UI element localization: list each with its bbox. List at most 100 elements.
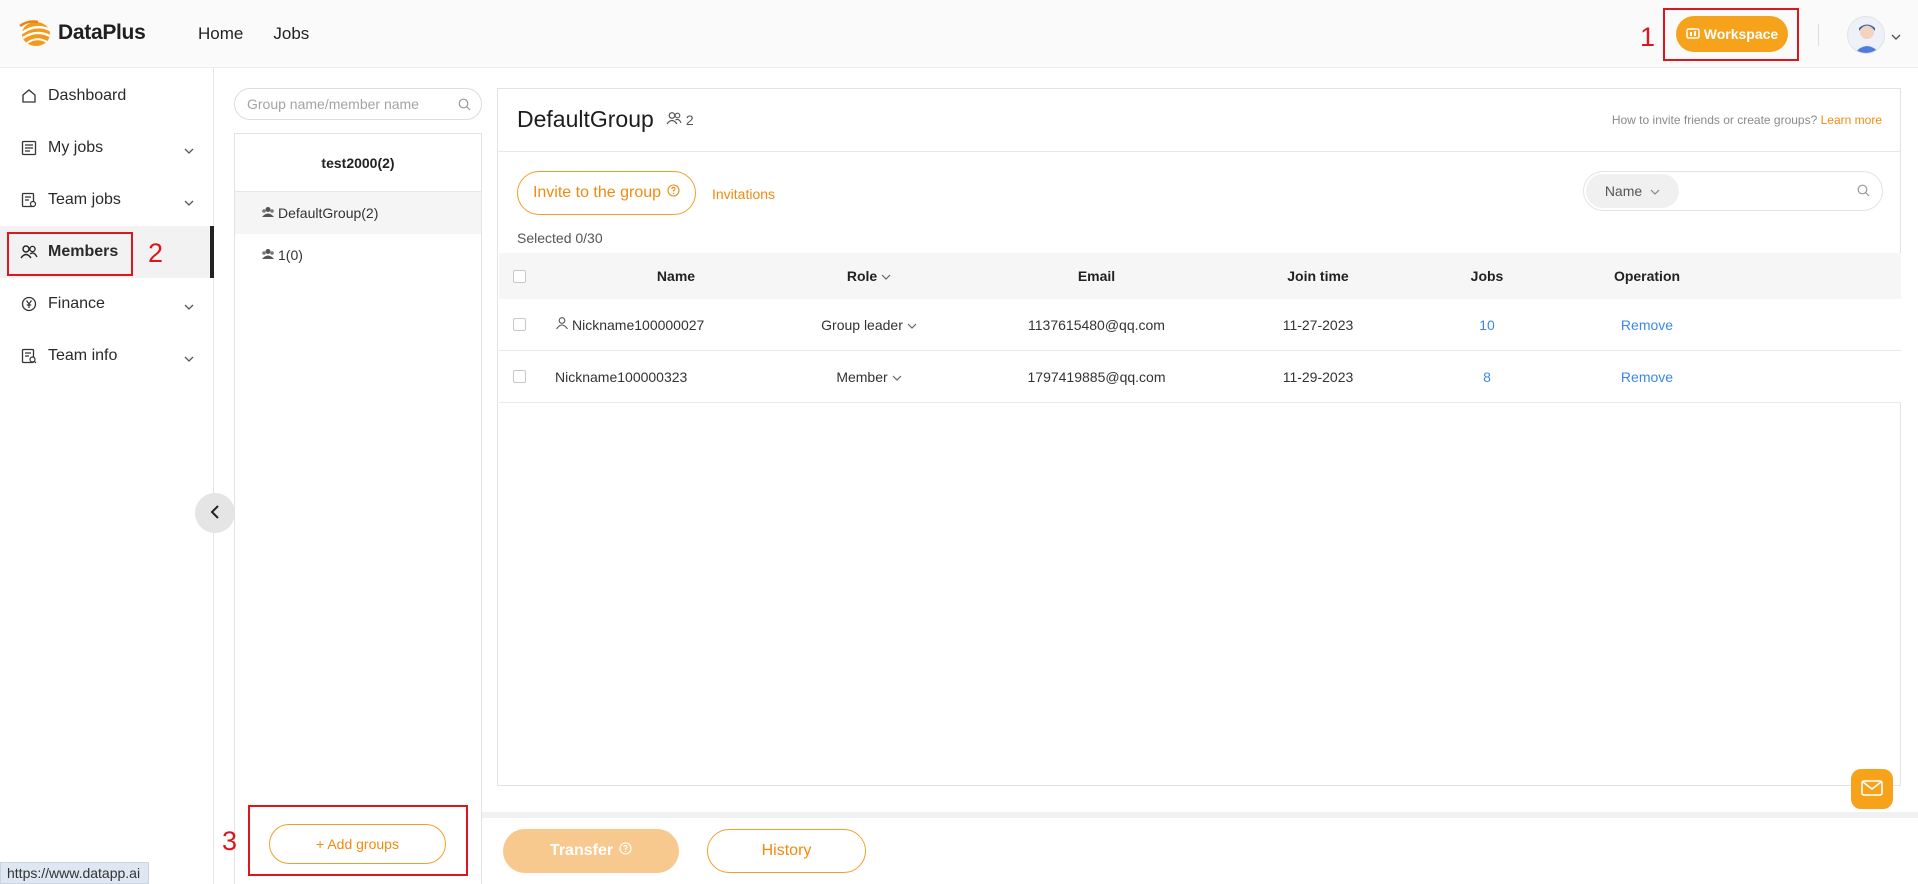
sidebar-item-my-jobs[interactable]: My jobs: [0, 122, 214, 174]
team-title: test2000(2): [235, 134, 481, 192]
top-header: DataPlus Home Jobs Workspace: [0, 0, 1918, 68]
role-value: Group leader: [821, 316, 903, 333]
filter-field-select[interactable]: Name: [1586, 174, 1679, 208]
top-nav: Home Jobs: [198, 24, 309, 44]
invite-to-group-button[interactable]: Invite to the group: [517, 171, 696, 215]
role-select[interactable]: Member: [754, 351, 984, 402]
chevron-down-icon: [184, 298, 194, 316]
member-name: Nickname100000323: [539, 351, 753, 402]
annotation-box-add-groups: [248, 805, 468, 876]
member-count-value: 2: [685, 111, 694, 128]
chevron-down-icon: [184, 142, 194, 160]
group-item-label: DefaultGroup(2): [278, 205, 379, 221]
message-button[interactable]: [1851, 769, 1893, 809]
members-icon: [666, 111, 682, 128]
row-checkbox[interactable]: [509, 351, 529, 402]
status-url: https://www.datapp.ai: [0, 862, 150, 884]
collapse-sidebar-button[interactable]: [195, 493, 235, 533]
logo[interactable]: DataPlus: [18, 18, 146, 48]
page-title: DefaultGroup: [517, 106, 654, 132]
checkbox[interactable]: [512, 370, 526, 383]
learn-more-link[interactable]: Learn more: [1821, 113, 1882, 127]
group-item-1[interactable]: 1(0): [235, 234, 481, 276]
nav-home[interactable]: Home: [198, 24, 243, 44]
user-avatar[interactable]: [1847, 16, 1885, 54]
bottom-action-bar: [482, 812, 1918, 884]
checkbox[interactable]: [512, 318, 526, 331]
chevron-down-icon: [881, 268, 891, 284]
member-name-text: Nickname100000323: [555, 368, 688, 385]
chevron-down-icon: [184, 194, 194, 212]
invite-label: Invite to the group: [532, 184, 662, 201]
header-divider: [1818, 24, 1819, 46]
chevron-left-icon: [210, 504, 220, 523]
transfer-label: Transfer: [549, 842, 614, 859]
remove-member-button[interactable]: Remove: [1547, 299, 1747, 350]
role-value: Member: [836, 368, 888, 385]
member-name-text: Nickname100000027: [572, 316, 705, 333]
selected-count: Selected 0/30: [517, 230, 603, 246]
search-icon[interactable]: [458, 98, 471, 114]
chevron-down-icon[interactable]: [1891, 28, 1901, 44]
row-checkbox[interactable]: [509, 299, 529, 350]
sidebar-item-team-info[interactable]: Team info: [0, 330, 214, 382]
group-item-defaultgroup[interactable]: DefaultGroup(2): [235, 192, 481, 234]
filter-field-label: Name: [1604, 183, 1643, 199]
mail-icon: [1861, 779, 1883, 799]
yen-coin-icon: [20, 295, 38, 313]
divider: [498, 151, 1900, 152]
dataplus-logo-icon: [18, 18, 54, 48]
sidebar-item-dashboard[interactable]: Dashboard: [0, 70, 214, 122]
sidebar-item-finance[interactable]: Finance: [0, 278, 214, 330]
checklist-icon: [20, 139, 38, 157]
sidebar-item-label: My jobs: [48, 139, 104, 156]
search-icon[interactable]: [1857, 184, 1870, 200]
column-header-operation: Operation: [1613, 268, 1681, 284]
member-name: Nickname100000027: [539, 299, 753, 350]
help-text: How to invite friends or create groups? …: [1612, 113, 1882, 127]
annotation-box-members: [7, 232, 133, 276]
sidebar: Dashboard My jobs Team jobs Members Fina…: [0, 68, 214, 884]
member-search-input[interactable]: [1688, 181, 1848, 197]
invitations-link[interactable]: Invitations: [712, 186, 775, 202]
history-button[interactable]: History: [707, 829, 866, 873]
remove-member-button[interactable]: Remove: [1547, 351, 1747, 402]
group-search-input[interactable]: [247, 96, 452, 112]
transfer-button[interactable]: Transfer: [503, 829, 679, 873]
select-all-checkbox[interactable]: [509, 253, 529, 299]
chevron-down-icon: [892, 369, 902, 385]
column-header-email: Email: [1077, 268, 1116, 284]
help-circle-icon: [667, 184, 680, 202]
chevron-down-icon: [184, 350, 194, 368]
group-icon: [261, 205, 275, 221]
annotation-number-3: 3: [222, 826, 238, 856]
role-select[interactable]: Group leader: [754, 299, 984, 350]
checkbox[interactable]: [512, 269, 526, 283]
member-join-time: 11-27-2023: [1282, 316, 1354, 333]
group-heading: DefaultGroup 2: [517, 106, 694, 133]
help-text-label: How to invite friends or create groups?: [1611, 113, 1818, 127]
main-panel: DefaultGroup 2 How to invite friends or …: [497, 88, 1901, 786]
table-header: Name Role Email Join time Jobs Operation: [499, 253, 1901, 299]
sidebar-item-label: Finance: [48, 295, 105, 312]
logo-text: DataPlus: [58, 21, 146, 44]
home-icon: [20, 87, 38, 105]
column-header-name: Name: [656, 268, 696, 284]
group-leader-icon: [555, 316, 569, 333]
group-item-label: 1(0): [278, 247, 303, 263]
member-jobs-link[interactable]: 10: [1427, 299, 1547, 350]
sidebar-item-label: Team info: [48, 347, 118, 364]
column-header-role[interactable]: Role: [754, 253, 984, 299]
sidebar-item-team-jobs[interactable]: Team jobs: [0, 174, 214, 226]
table-row: Nickname100000323 Member 1797419885@qq.c…: [499, 351, 1901, 403]
column-header-join-time: Join time: [1287, 268, 1349, 284]
sidebar-item-label: Dashboard: [48, 87, 127, 104]
annotation-box-workspace: [1663, 8, 1799, 61]
chevron-down-icon: [1650, 183, 1660, 199]
nav-jobs[interactable]: Jobs: [273, 24, 309, 44]
member-email: 1797419885@qq.com: [1027, 368, 1166, 385]
group-icon: [261, 247, 275, 263]
member-filter: Name: [1583, 171, 1883, 211]
member-jobs-link[interactable]: 8: [1427, 351, 1547, 402]
chevron-down-icon: [907, 317, 917, 333]
